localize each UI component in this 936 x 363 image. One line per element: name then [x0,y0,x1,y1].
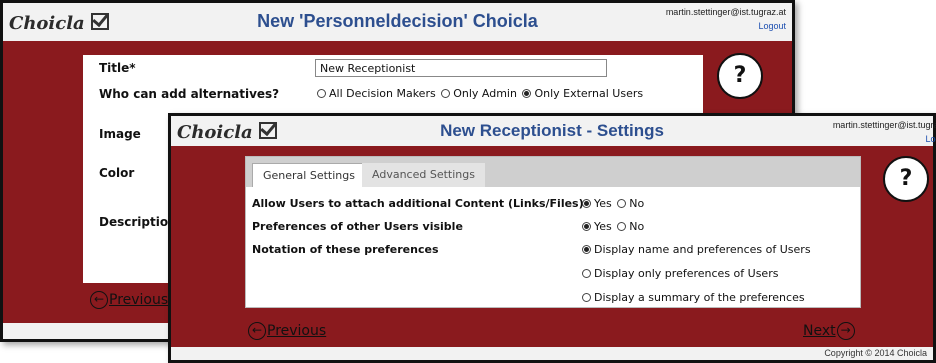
tab-bar: General Settings Advanced Settings [246,157,860,187]
next-label: Next [803,323,836,339]
previous-label: Previous [267,323,327,339]
radio-label: Display a summary of the preferences [594,291,805,304]
radio-label: No [629,220,645,233]
who-label: Who can add alternatives? [99,87,280,101]
radio-icon [617,199,627,208]
arrow-left-icon: ← [248,322,266,340]
radio-icon [617,222,627,231]
logout-link[interactable]: Logout [833,132,936,146]
title-input[interactable]: New Receptionist [315,59,607,77]
description-label: Description [99,215,177,229]
radio-prefs-no[interactable]: No [615,220,644,233]
content-area: General Settings Advanced Settings Allow… [171,146,933,350]
page-title: New Receptionist - Settings [440,121,664,140]
arrow-right-icon: → [836,322,855,340]
settings-window: Choicla New Receptionist - Settings mart… [168,113,936,363]
radio-label: Yes [594,220,612,233]
color-label: Color [99,166,135,180]
help-icon[interactable]: ? [883,156,929,202]
help-icon[interactable]: ? [717,53,763,99]
attach-content-label: Allow Users to attach additional Content… [252,197,584,210]
user-info: martin.stettinger@ist.tugraz.at Logout [833,118,936,146]
radio-icon [441,89,451,98]
radio-label: Only External Users [534,87,644,100]
header: Choicla New Receptionist - Settings mart… [171,116,936,146]
radio-only-external-users[interactable]: Only External Users [520,87,643,100]
title-label: Title* [99,61,136,75]
radio-attach-no[interactable]: No [615,197,644,210]
radio-label: No [629,197,645,210]
previous-button[interactable]: ← Previous [247,322,326,340]
radio-icon [582,269,591,278]
who-radio-group: All Decision Makers Only Admin Only Exte… [315,87,643,100]
radio-notation-only-prefs[interactable]: Display only preferences of Users [580,267,778,280]
radio-label: Only Admin [453,87,517,100]
radio-selected-icon [582,245,591,254]
radio-icon [582,293,591,302]
copyright-footer: Copyright © 2014 Choicla [171,347,933,360]
tab-general-settings[interactable]: General Settings [252,163,366,187]
prefs-visible-label: Preferences of other Users visible [252,220,463,233]
notation-label: Notation of these preferences [252,243,439,256]
header: Choicla New 'Personneldecision' Choicla … [3,3,792,41]
user-info: martin.stettinger@ist.tugraz.at Logout [666,5,786,33]
logout-link[interactable]: Logout [666,19,786,33]
radio-label: All Decision Makers [329,87,436,100]
user-email: martin.stettinger@ist.tugraz.at [665,7,786,17]
arrow-left-icon: ← [90,291,108,309]
radio-selected-icon [582,222,591,231]
radio-icon [317,89,326,98]
radio-prefs-yes[interactable]: Yes [580,220,612,233]
user-email: martin.stettinger@ist.tugraz.at [832,120,936,130]
radio-label: Display only preferences of Users [594,267,779,280]
radio-notation-summary[interactable]: Display a summary of the preferences [580,291,805,304]
radio-label: Yes [594,197,612,210]
radio-label: Display name and preferences of Users [594,243,811,256]
radio-all-decision-makers[interactable]: All Decision Makers [315,87,436,100]
next-button[interactable]: Next → [803,322,856,340]
previous-label: Previous [109,292,169,308]
radio-attach-yes[interactable]: Yes [580,197,612,210]
prefs-radio-group: Yes No [580,220,644,233]
previous-button[interactable]: ← Previous [89,291,168,309]
tab-advanced-settings[interactable]: Advanced Settings [362,163,485,187]
radio-notation-name-and-prefs[interactable]: Display name and preferences of Users [580,243,811,256]
attach-radio-group: Yes No [580,197,644,210]
radio-only-admin[interactable]: Only Admin [439,87,517,100]
radio-selected-icon [522,89,532,98]
settings-panel: General Settings Advanced Settings Allow… [245,156,861,308]
radio-selected-icon [582,199,591,208]
image-label: Image [99,127,141,141]
